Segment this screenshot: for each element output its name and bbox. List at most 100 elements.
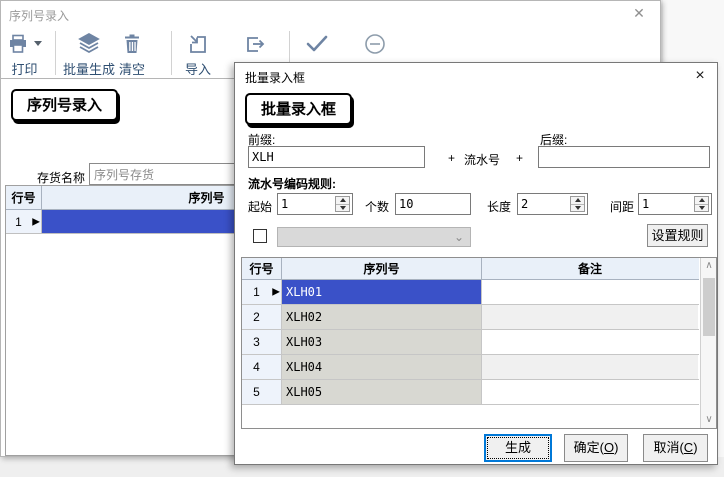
serial-cell[interactable]: XLH04 <box>282 355 482 379</box>
note-cell[interactable] <box>482 330 698 354</box>
dialog-table-grid: 行号 序列号 备注 1 ▶ XLH01 2 XLH02 3 XLH03 4 XL… <box>242 258 699 428</box>
rule-checkbox[interactable] <box>253 229 267 243</box>
start-label: 起始 <box>248 200 273 214</box>
chevron-down-icon[interactable] <box>34 40 42 46</box>
set-rules-button[interactable]: 设置规则 <box>647 224 708 247</box>
col-header-rowno: 行号 <box>242 258 282 279</box>
check-icon <box>304 32 330 56</box>
row-number-cell: 4 <box>242 355 282 379</box>
note-cell[interactable] <box>482 305 698 329</box>
row-number: 5 <box>253 385 260 399</box>
table-row[interactable]: 2 XLH02 <box>242 305 699 330</box>
dialog-title: 批量录入框 <box>245 71 306 85</box>
ok-label-end: ) <box>614 440 619 455</box>
ok-label: 确定( <box>573 440 604 455</box>
print-label: 打印 <box>11 62 38 77</box>
col-header-rowno: 行号 <box>6 186 42 209</box>
row-number-cell: 1 ▶ <box>242 280 282 304</box>
row-number: 1 <box>15 214 22 229</box>
note-cell[interactable] <box>482 280 698 304</box>
table-row[interactable]: 1 ▶ XLH01 <box>242 280 699 305</box>
gap-label: 间距 <box>610 200 635 214</box>
row-number-cell: 5 <box>242 380 282 404</box>
gap-value: 1 <box>642 197 650 211</box>
dialog-serial-table: 行号 序列号 备注 1 ▶ XLH01 2 XLH02 3 XLH03 4 XL… <box>241 257 717 429</box>
note-cell[interactable] <box>482 380 698 404</box>
spinner-arrows-icon[interactable] <box>570 196 585 212</box>
cancel-label-end: ) <box>693 440 698 455</box>
row-number-cell: 1 ▶ <box>6 210 42 233</box>
main-window-title: 序列号录入 <box>9 9 70 23</box>
serial-cell[interactable]: XLH02 <box>282 305 482 329</box>
row-number: 3 <box>253 335 260 349</box>
table-row[interactable]: 5 XLH05 <box>242 380 699 405</box>
dialog-table-header: 行号 序列号 备注 <box>242 258 699 280</box>
import-label: 导入 <box>185 62 212 77</box>
generate-button[interactable]: 生成 <box>484 434 552 462</box>
length-stepper[interactable]: 2 <box>517 193 588 215</box>
main-titlebar: 序列号录入 ✕ <box>1 1 660 27</box>
cancel-button[interactable]: 取消(C) <box>643 434 708 462</box>
layers-icon <box>77 32 101 56</box>
scrollbar-thumb[interactable] <box>703 278 715 336</box>
length-label: 长度 <box>487 200 512 214</box>
col-header-note: 备注 <box>577 262 602 276</box>
chevron-down-icon: ⌄ <box>453 230 464 244</box>
scroll-down-icon[interactable]: ∨ <box>701 412 717 428</box>
printer-icon <box>7 33 29 55</box>
spinner-arrows-icon[interactable] <box>694 196 709 212</box>
serial-cell[interactable]: XLH01 <box>282 280 482 304</box>
start-value: 1 <box>281 197 289 211</box>
row-number-cell: 3 <box>242 330 282 354</box>
row-number: 2 <box>253 310 260 324</box>
serial-cell[interactable]: XLH05 <box>282 380 482 404</box>
inventory-name-label: 存货名称 <box>37 171 86 185</box>
prefix-input[interactable] <box>248 146 425 168</box>
import-icon <box>187 33 209 55</box>
cancel-accesskey: C <box>683 440 694 455</box>
export-button[interactable] <box>244 31 266 57</box>
toolbar-separator <box>55 31 56 75</box>
close-icon[interactable]: ✕ <box>630 4 648 22</box>
serial-cell[interactable]: XLH03 <box>282 330 482 354</box>
start-stepper[interactable]: 1 <box>277 193 353 215</box>
rule-dropdown[interactable]: ⌄ <box>277 227 471 247</box>
batch-generate-label: 批量生成 <box>63 62 116 77</box>
plus-right: + <box>516 151 524 165</box>
page-title-chip: 序列号录入 <box>11 89 119 121</box>
spinner-arrows-icon[interactable] <box>335 196 350 212</box>
table-row[interactable]: 3 XLH03 <box>242 330 699 355</box>
batch-entry-dialog: 批量录入框 × 批量录入框 前缀: + 流水号 + 后缀: 流水号编码规则: 起… <box>234 62 718 465</box>
suffix-input[interactable] <box>538 146 710 168</box>
abandon-button[interactable] <box>363 31 387 57</box>
serial-number-text: 流水号 <box>464 153 501 167</box>
vertical-scrollbar[interactable]: ∧ ∨ <box>700 258 716 428</box>
table-row[interactable]: 4 XLH04 <box>242 355 699 380</box>
dialog-title-chip: 批量录入框 <box>245 93 353 125</box>
rules-title: 流水号编码规则: <box>248 177 336 191</box>
toolbar-separator <box>171 31 172 75</box>
note-cell[interactable] <box>482 355 698 379</box>
export-icon <box>244 33 266 55</box>
close-icon[interactable]: × <box>691 67 709 85</box>
batch-generate-button[interactable]: 批量生成 <box>63 31 115 78</box>
confirm-button[interactable] <box>304 31 330 57</box>
count-input[interactable] <box>395 193 471 215</box>
row-number: 1 <box>253 285 260 299</box>
clear-label: 清空 <box>119 62 146 77</box>
minus-circle-icon <box>363 32 387 56</box>
print-button[interactable]: 打印 <box>7 31 42 78</box>
row-number-cell: 2 <box>242 305 282 329</box>
clear-button[interactable]: 清空 <box>119 31 145 78</box>
count-label: 个数 <box>365 200 390 214</box>
length-value: 2 <box>521 197 529 211</box>
gap-stepper[interactable]: 1 <box>638 193 712 215</box>
ok-button[interactable]: 确定(O) <box>564 434 628 462</box>
row-number: 4 <box>253 360 260 374</box>
import-button[interactable]: 导入 <box>185 31 211 78</box>
scroll-up-icon[interactable]: ∧ <box>701 258 717 274</box>
col-header-serial: 序列号 <box>282 258 482 279</box>
cancel-label: 取消( <box>653 440 684 455</box>
current-row-marker-icon: ▶ <box>272 286 280 298</box>
current-row-marker-icon: ▶ <box>32 216 40 227</box>
